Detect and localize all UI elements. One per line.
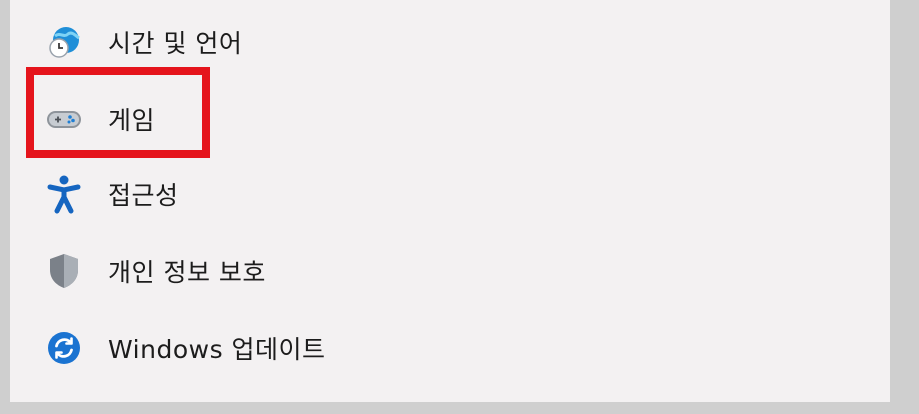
accessibility-icon	[44, 174, 84, 214]
gaming-icon	[44, 99, 84, 139]
nav-item-label: Windows 업데이트	[108, 335, 326, 364]
settings-nav-list: 시간 및 언어 게임 접근성 개인 정보 보호 Windows 업데이트	[10, 0, 890, 402]
windows-update-icon	[44, 328, 84, 368]
nav-item-label: 시간 및 언어	[108, 29, 243, 58]
nav-item-privacy[interactable]: 개인 정보 보호	[44, 249, 464, 293]
nav-item-label: 게임	[108, 106, 156, 135]
nav-item-label: 접근성	[108, 181, 179, 210]
time-language-icon	[44, 22, 84, 62]
window-frame: 시간 및 언어 게임 접근성 개인 정보 보호 Windows 업데이트	[0, 0, 919, 414]
nav-item-label: 개인 정보 보호	[108, 258, 266, 287]
nav-item-time-language[interactable]: 시간 및 언어	[44, 20, 464, 64]
nav-item-accessibility[interactable]: 접근성	[44, 172, 464, 216]
nav-item-gaming[interactable]: 게임	[44, 97, 464, 141]
settings-nav-panel: 시간 및 언어 게임 접근성 개인 정보 보호 Windows 업데이트	[10, 0, 890, 402]
privacy-shield-icon	[44, 251, 84, 291]
nav-item-windows-update[interactable]: Windows 업데이트	[44, 326, 464, 370]
